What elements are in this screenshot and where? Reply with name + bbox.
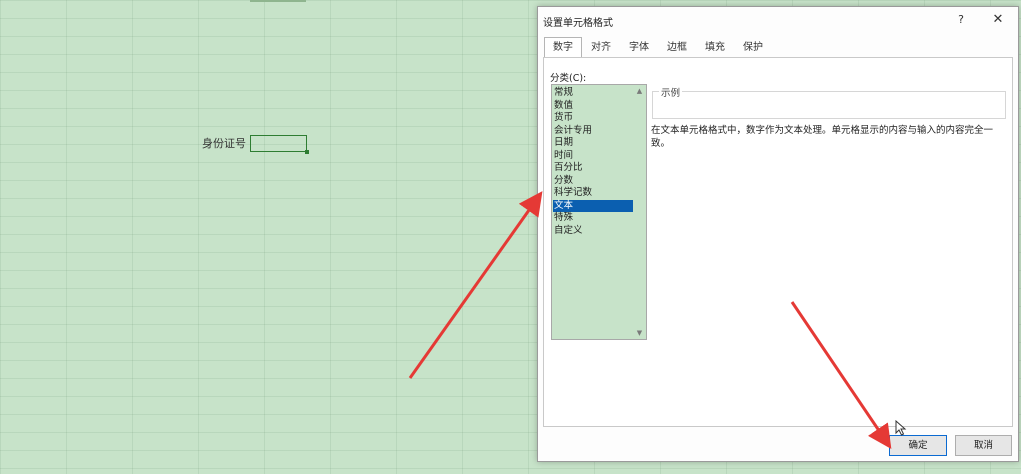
close-button[interactable]: ✕ [988,11,1008,29]
category-item-custom[interactable]: 自定义 [553,225,633,238]
dialog-titlebar: 设置单元格格式 ? ✕ [538,7,1018,33]
ok-button[interactable]: 确定 [889,435,947,456]
category-label: 分类(C): [550,73,587,84]
scroll-up-icon[interactable]: ▲ [633,87,646,95]
category-item-currency[interactable]: 货币 [553,112,633,125]
category-item-general[interactable]: 常规 [553,87,633,100]
arrow-to-text-category [408,191,543,379]
tab-bar: 数字 对齐 字体 边框 填充 保护 [544,37,772,58]
category-item-percentage[interactable]: 百分比 [553,162,633,175]
column-header-highlight [250,0,306,2]
scroll-down-icon[interactable]: ▼ [633,329,646,337]
category-item-text[interactable]: 文本 [553,199,633,212]
dialog-title: 设置单元格格式 [543,18,613,29]
category-item-number[interactable]: 数值 [553,100,633,113]
tab-protection[interactable]: 保护 [734,37,772,58]
number-tab-panel: 分类(C): 常规 数值 货币 会计专用 日期 时间 百分比 分数 科学记数 文… [543,57,1013,427]
mouse-cursor-icon [895,420,907,436]
format-description: 在文本单元格格式中，数字作为文本处理。单元格显示的内容与输入的内容完全一致。 [651,125,994,149]
format-cells-dialog: 设置单元格格式 ? ✕ 数字 对齐 字体 边框 填充 保护 分类(C): 常规 … [537,6,1019,462]
tab-number[interactable]: 数字 [544,37,582,58]
cell-label-id-number: 身份证号 [202,137,246,150]
fill-handle[interactable] [305,150,309,154]
category-scrollbar[interactable]: ▲ ▼ [633,85,646,339]
category-item-special[interactable]: 特殊 [553,212,633,225]
help-button[interactable]: ? [951,11,971,29]
tab-fill[interactable]: 填充 [696,37,734,58]
sample-legend: 示例 [659,85,683,99]
category-list[interactable]: 常规 数值 货币 会计专用 日期 时间 百分比 分数 科学记数 文本 特殊 自定… [551,84,647,340]
cancel-button[interactable]: 取消 [955,435,1012,456]
category-item-date[interactable]: 日期 [553,137,633,150]
sample-group: 示例 [652,85,1006,119]
category-item-fraction[interactable]: 分数 [553,175,633,188]
category-item-scientific[interactable]: 科学记数 [553,187,633,200]
tab-alignment[interactable]: 对齐 [582,37,620,58]
tab-font[interactable]: 字体 [620,37,658,58]
category-item-accounting[interactable]: 会计专用 [553,125,633,138]
tab-border[interactable]: 边框 [658,37,696,58]
active-cell[interactable] [250,135,309,154]
category-item-time[interactable]: 时间 [553,150,633,163]
